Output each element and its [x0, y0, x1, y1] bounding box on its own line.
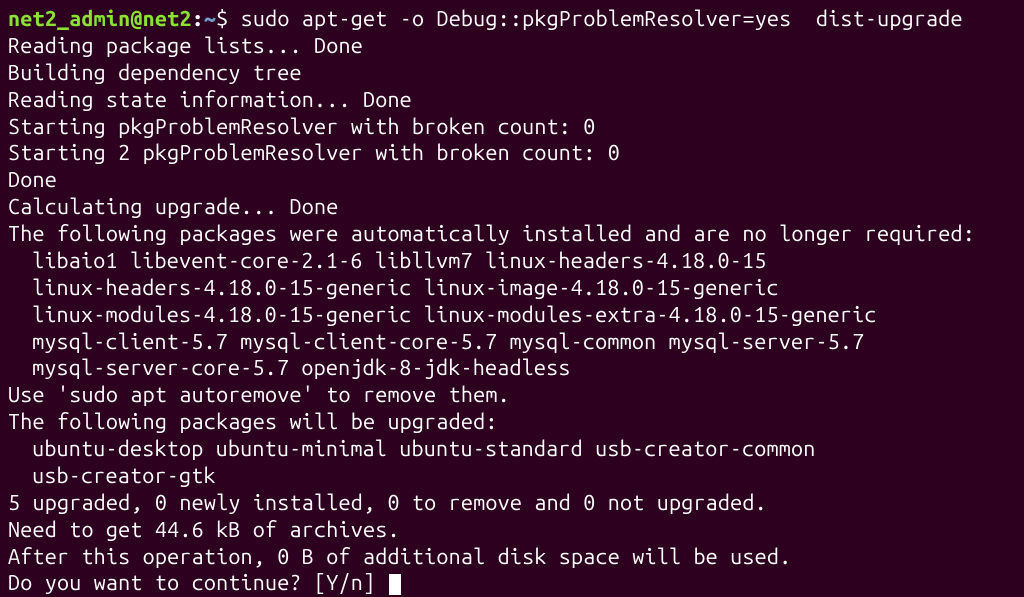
output-line: Reading package lists... Done	[8, 33, 1016, 60]
output-line: 5 upgraded, 0 newly installed, 0 to remo…	[8, 490, 1016, 517]
prompt-line: net2_admin@net2:~$ sudo apt-get -o Debug…	[8, 6, 1016, 33]
prompt-path: ~	[204, 7, 216, 31]
output-line: usb-creator-gtk	[8, 463, 1016, 490]
output-line: Done	[8, 167, 1016, 194]
output-line: mysql-server-core-5.7 openjdk-8-jdk-head…	[8, 355, 1016, 382]
prompt-colon: :	[192, 7, 204, 31]
prompt-at: @	[130, 7, 142, 31]
output-line: Need to get 44.6 kB of archives.	[8, 517, 1016, 544]
output-line: libaio1 libevent-core-2.1-6 libllvm7 lin…	[8, 248, 1016, 275]
output-line: Starting 2 pkgProblemResolver with broke…	[8, 140, 1016, 167]
output-line: Starting pkgProblemResolver with broken …	[8, 114, 1016, 141]
output-line: Use 'sudo apt autoremove' to remove them…	[8, 382, 1016, 409]
output-line: linux-modules-4.18.0-15-generic linux-mo…	[8, 302, 1016, 329]
cursor-icon	[389, 574, 401, 596]
output-line: Reading state information... Done	[8, 87, 1016, 114]
output-line: ubuntu-desktop ubuntu-minimal ubuntu-sta…	[8, 436, 1016, 463]
command-text: sudo apt-get -o Debug::pkgProblemResolve…	[241, 7, 963, 31]
prompt-dollar: $	[216, 7, 240, 31]
output-line: The following packages will be upgraded:	[8, 409, 1016, 436]
output-line: After this operation, 0 B of additional …	[8, 544, 1016, 571]
output-line: linux-headers-4.18.0-15-generic linux-im…	[8, 275, 1016, 302]
output-line: The following packages were automaticall…	[8, 221, 1016, 248]
continue-prompt-line[interactable]: Do you want to continue? [Y/n]	[8, 570, 1016, 597]
prompt-host: net2	[143, 7, 192, 31]
output-line: Building dependency tree	[8, 60, 1016, 87]
output-line: Calculating upgrade... Done	[8, 194, 1016, 221]
prompt-user: net2_admin	[8, 7, 130, 31]
output-line: mysql-client-5.7 mysql-client-core-5.7 m…	[8, 329, 1016, 356]
continue-prompt-text: Do you want to continue? [Y/n]	[8, 571, 387, 595]
